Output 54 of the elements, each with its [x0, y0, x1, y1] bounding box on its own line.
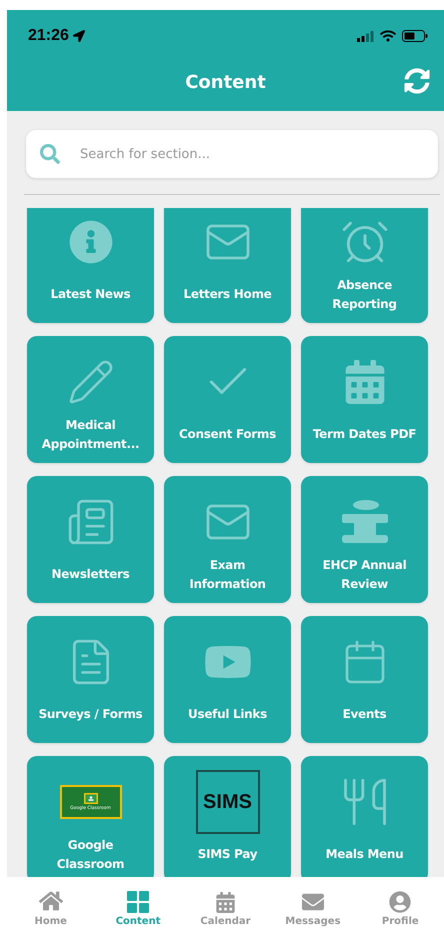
- tile-label: Events: [342, 706, 388, 723]
- tab-item[interactable]: Content: [94, 877, 182, 930]
- status-time: 21:26: [28, 27, 69, 45]
- search-input[interactable]: Search for section...: [78, 146, 424, 162]
- battery-icon: [402, 30, 428, 42]
- envelope-icon: [302, 891, 324, 913]
- section-tile[interactable]: EHCP Annual Review: [301, 476, 428, 603]
- section-tile[interactable]: Surveys / Forms: [27, 616, 154, 743]
- tile-label: Consent Forms: [178, 426, 277, 443]
- section-tile[interactable]: SIMS SIMS Pay: [164, 756, 291, 877]
- section-tile[interactable]: Consent Forms: [164, 336, 291, 463]
- tile-label: EHCP Annual Review: [322, 556, 408, 592]
- signal-icon: [357, 30, 374, 42]
- tile-label: Letters Home: [182, 286, 272, 303]
- section-tile[interactable]: Useful Links: [164, 616, 291, 743]
- section-tile[interactable]: Meals Menu: [301, 756, 428, 877]
- tab-item[interactable]: Messages: [269, 877, 357, 930]
- tab-item[interactable]: Calendar: [182, 877, 270, 930]
- tile-label: Useful Links: [187, 706, 268, 723]
- calendar-icon: [214, 892, 236, 913]
- section-tile[interactable]: Exam Information: [164, 476, 291, 603]
- board-icon: [84, 793, 98, 804]
- section-tile[interactable]: Events: [301, 616, 428, 743]
- pedestal-icon: [342, 500, 388, 544]
- search-field[interactable]: Search for section...: [26, 130, 438, 178]
- tile-label: Medical Appointment...: [40, 416, 140, 452]
- tile-label: Google Classroom: [56, 836, 126, 872]
- pencil-icon: [66, 358, 114, 406]
- tab-item[interactable]: Profile: [356, 877, 444, 930]
- tile-label: Latest News: [50, 286, 132, 303]
- tile-label: Exam Information: [188, 556, 267, 592]
- section-tile[interactable]: Letters Home: [164, 208, 291, 323]
- section-tile[interactable]: Absence Reporting: [301, 208, 428, 323]
- search-icon: [40, 144, 60, 164]
- tile-label: Absence Reporting: [331, 276, 398, 313]
- refresh-button[interactable]: [402, 66, 432, 96]
- location-icon: [72, 30, 85, 42]
- home-icon: [38, 889, 63, 913]
- info-icon: [68, 220, 112, 264]
- user-icon: [389, 891, 412, 913]
- section-tile[interactable]: Latest News: [27, 208, 154, 323]
- section-tile[interactable]: Term Dates PDF: [301, 336, 428, 463]
- wifi-icon: [380, 28, 396, 44]
- section-tile[interactable]: Medical Appointment...: [27, 336, 154, 463]
- page-title: Content: [185, 72, 266, 93]
- tile-label: Meals Menu: [324, 846, 404, 863]
- tile-label: Surveys / Forms: [38, 706, 144, 723]
- grid-icon: [127, 891, 150, 913]
- tile-label: Term Dates PDF: [312, 426, 418, 443]
- logo-text: SIMS: [203, 790, 252, 814]
- tile-label: SIMS Pay: [196, 846, 258, 863]
- section-tile[interactable]: Newsletters: [27, 476, 154, 603]
- tab-item[interactable]: Home: [7, 877, 94, 930]
- tile-label: Newsletters: [50, 566, 131, 583]
